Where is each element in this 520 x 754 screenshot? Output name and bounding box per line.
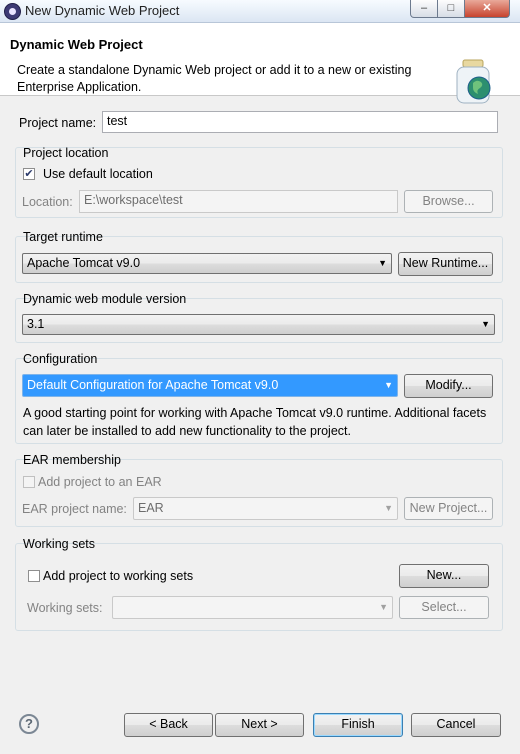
add-to-working-sets-checkbox[interactable] — [28, 570, 40, 582]
ear-membership-title: EAR membership — [23, 453, 121, 467]
wizard-header: Dynamic Web Project Create a standalone … — [0, 23, 520, 104]
module-version-title: Dynamic web module version — [23, 292, 187, 306]
page-description: Create a standalone Dynamic Web project … — [17, 63, 412, 94]
dropdown-arrow-icon: ▼ — [384, 380, 393, 390]
project-location-title: Project location — [23, 146, 109, 160]
window-title: New Dynamic Web Project — [25, 3, 180, 18]
configuration-description: A good starting point for working with A… — [23, 406, 487, 438]
use-default-location-checkbox[interactable]: ✔ — [23, 168, 35, 180]
use-default-location-label: Use default location — [43, 167, 153, 181]
help-icon[interactable]: ? — [19, 714, 39, 734]
title-bar: New Dynamic Web Project – □ ✕ — [0, 0, 520, 23]
target-runtime-value: Apache Tomcat v9.0 — [27, 256, 141, 270]
maximize-button[interactable]: □ — [437, 0, 465, 18]
dropdown-arrow-icon: ▼ — [379, 602, 388, 612]
browse-button[interactable]: Browse... — [404, 190, 493, 213]
working-sets-select[interactable]: ▼ — [112, 596, 393, 619]
project-name-label: Project name: — [19, 116, 97, 130]
dropdown-arrow-icon: ▼ — [384, 503, 393, 513]
new-ear-project-button[interactable]: New Project... — [404, 497, 493, 520]
modify-button[interactable]: Modify... — [404, 374, 493, 398]
next-button[interactable]: Next > — [215, 713, 304, 737]
page-title: Dynamic Web Project — [10, 37, 143, 52]
web-project-banner-icon — [456, 59, 491, 104]
new-runtime-button[interactable]: New Runtime... — [398, 252, 493, 276]
add-to-ear-checkbox[interactable] — [23, 476, 35, 488]
module-version-value: 3.1 — [27, 317, 45, 331]
back-button[interactable]: < Back — [124, 713, 213, 737]
new-working-set-button[interactable]: New... — [399, 564, 489, 588]
ear-project-name-value: EAR — [138, 501, 164, 515]
configuration-title: Configuration — [23, 352, 98, 366]
working-sets-title: Working sets — [23, 537, 96, 551]
target-runtime-select[interactable]: Apache Tomcat v9.0 ▼ — [22, 253, 392, 274]
cancel-button[interactable]: Cancel — [411, 713, 501, 737]
eclipse-app-icon — [4, 3, 21, 20]
ear-project-name-label: EAR project name: — [22, 502, 127, 516]
location-input[interactable]: E:\workspace\test — [79, 190, 398, 213]
dropdown-arrow-icon: ▼ — [481, 319, 490, 329]
configuration-value: Default Configuration for Apache Tomcat … — [27, 378, 279, 392]
working-sets-label: Working sets: — [27, 601, 103, 615]
add-to-working-sets-label: Add project to working sets — [43, 569, 194, 583]
finish-button[interactable]: Finish — [313, 713, 403, 737]
ear-project-name-select[interactable]: EAR ▼ — [133, 497, 398, 520]
target-runtime-title: Target runtime — [23, 230, 103, 244]
minimize-button[interactable]: – — [410, 0, 438, 18]
dropdown-arrow-icon: ▼ — [378, 258, 387, 268]
module-version-select[interactable]: 3.1 ▼ — [22, 314, 495, 335]
add-to-ear-label: Add project to an EAR — [38, 475, 162, 489]
location-label: Location: — [22, 195, 73, 209]
project-name-input[interactable]: test — [102, 111, 498, 133]
configuration-select[interactable]: Default Configuration for Apache Tomcat … — [22, 374, 398, 397]
close-button[interactable]: ✕ — [464, 0, 510, 18]
select-working-sets-button[interactable]: Select... — [399, 596, 489, 619]
